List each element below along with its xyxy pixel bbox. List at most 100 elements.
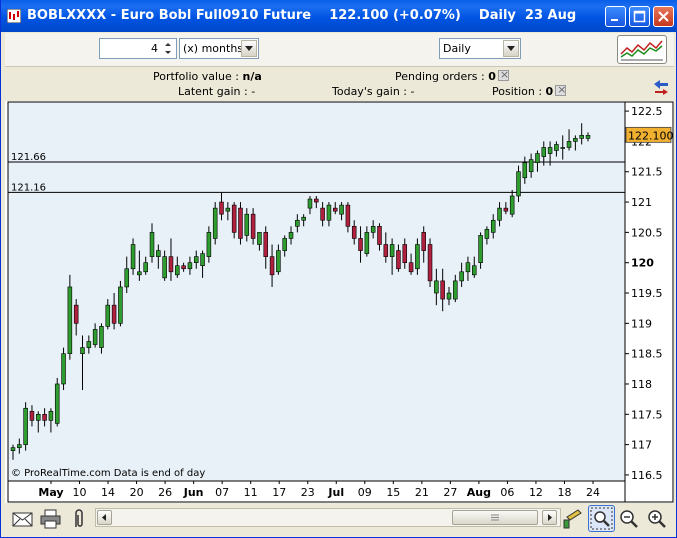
candle-body	[99, 326, 104, 348]
clear-pending-icon[interactable]	[497, 68, 509, 81]
candle-body	[351, 226, 357, 239]
x-tick-label: Aug	[467, 486, 491, 499]
candle-body	[42, 413, 47, 421]
candle-body	[92, 329, 98, 345]
candle-body	[370, 226, 376, 233]
period-unit-value: (x) months	[183, 42, 244, 55]
todays-gain-field: Today's gain : -	[332, 85, 415, 98]
zoom-select-button[interactable]	[588, 505, 615, 532]
candle-body	[206, 232, 212, 257]
position-field: Position : 0	[492, 83, 566, 98]
scroll-thumb[interactable]	[452, 510, 538, 525]
candle-body	[509, 195, 515, 215]
candle-body	[187, 262, 193, 270]
candle-body	[478, 235, 483, 263]
candle-body	[383, 244, 389, 257]
candle-body	[415, 244, 420, 270]
chevron-down-icon[interactable]	[241, 40, 257, 57]
x-tick-label: 20	[130, 486, 144, 499]
horizontal-scrollbar[interactable]	[95, 508, 561, 527]
candle-body	[17, 444, 22, 448]
attach-clip-icon[interactable]	[67, 507, 91, 531]
candle-body	[535, 153, 540, 163]
toolbar: 4 (x) months Daily	[5, 33, 674, 67]
zoom-in-icon[interactable]	[645, 507, 669, 531]
interval-select[interactable]: Daily	[439, 38, 521, 59]
candle-body	[86, 341, 92, 348]
clear-position-icon[interactable]	[555, 83, 566, 96]
candle-body	[528, 159, 534, 173]
period-unit-select[interactable]: (x) months	[179, 38, 259, 59]
candle-body	[585, 135, 591, 139]
price-chart-panel[interactable]: 122.5122121.5121120.5120119.5119118.5118…	[5, 101, 674, 503]
x-tick-label: 21	[415, 486, 429, 499]
x-tick-label: 07	[215, 486, 229, 499]
print-icon[interactable]	[39, 507, 63, 531]
candle-body	[175, 265, 180, 276]
candle-body	[212, 207, 218, 239]
x-tick-label: 17	[272, 486, 286, 499]
y-tick-label: 117	[631, 439, 652, 452]
candle-body	[168, 256, 174, 273]
swap-arrows-icon[interactable]	[651, 76, 671, 96]
stepper-arrows-icon[interactable]	[161, 40, 175, 57]
close-button[interactable]	[653, 6, 674, 27]
y-tick-label: 120.5	[631, 226, 663, 239]
candle-body	[472, 265, 477, 276]
candle-body	[301, 216, 306, 221]
candle-body	[377, 226, 382, 245]
candle-body	[434, 280, 439, 294]
maximize-button[interactable]	[629, 6, 650, 27]
candle-body	[219, 201, 224, 215]
candle-body	[80, 347, 85, 354]
candle-body	[244, 213, 250, 236]
candle-body	[269, 256, 275, 276]
zoom-out-icon[interactable]	[617, 507, 641, 531]
candlestick-chart[interactable]: 122.5122121.5121120.5120119.5119118.5118…	[5, 101, 674, 503]
title-bar[interactable]: BOBLXXXX - Euro Bobl Full0910 Future 122…	[1, 0, 677, 32]
candle-body	[446, 292, 452, 300]
candle-body	[497, 207, 502, 221]
candle-body	[193, 256, 199, 263]
candle-body	[10, 447, 16, 451]
minimize-button[interactable]	[605, 6, 626, 27]
candle-body	[295, 219, 300, 227]
x-tick-label: Jun	[183, 486, 204, 499]
candle-body	[156, 250, 161, 257]
candle-body	[118, 286, 123, 324]
candle-body	[573, 138, 578, 142]
candle-body	[200, 253, 205, 267]
candle-body	[566, 141, 572, 148]
candle-body	[162, 256, 167, 279]
scroll-right-icon[interactable]	[542, 510, 557, 525]
period-count-stepper[interactable]: 4	[99, 38, 177, 59]
draw-tool-icon[interactable]	[561, 507, 585, 531]
candle-body	[427, 244, 433, 282]
x-tick-label: May	[38, 486, 63, 499]
y-tick-label: 119	[631, 317, 652, 330]
candle-body	[257, 232, 262, 245]
candle-body	[490, 219, 496, 233]
candle-body	[579, 135, 584, 139]
candle-body	[484, 229, 490, 239]
app-chart-icon	[7, 9, 21, 23]
candle-body	[522, 162, 528, 179]
email-icon[interactable]	[11, 507, 35, 531]
y-tick-label: 118.5	[631, 348, 663, 361]
candle-body	[149, 232, 155, 257]
y-tick-label: 119.5	[631, 287, 663, 300]
x-tick-label: 06	[500, 486, 514, 499]
chart-type-button[interactable]	[617, 35, 667, 64]
chevron-down-icon[interactable]	[503, 40, 519, 57]
candle-body	[453, 280, 458, 300]
chart-footer-text: © ProRealTime.com Data is end of day	[11, 468, 205, 479]
candle-body	[503, 207, 509, 212]
app-window: BOBLXXXX - Euro Bobl Full0910 Future 122…	[0, 0, 677, 538]
y-tick-label: 117.5	[631, 408, 663, 421]
y-tick-label: 116.5	[631, 469, 663, 482]
candle-body	[314, 198, 319, 203]
scroll-left-icon[interactable]	[97, 510, 112, 525]
x-tick-label: 09	[358, 486, 372, 499]
horizontal-line-label: 121.16	[11, 182, 46, 193]
window-title: BOBLXXXX - Euro Bobl Full0910 Future 122…	[27, 8, 577, 23]
